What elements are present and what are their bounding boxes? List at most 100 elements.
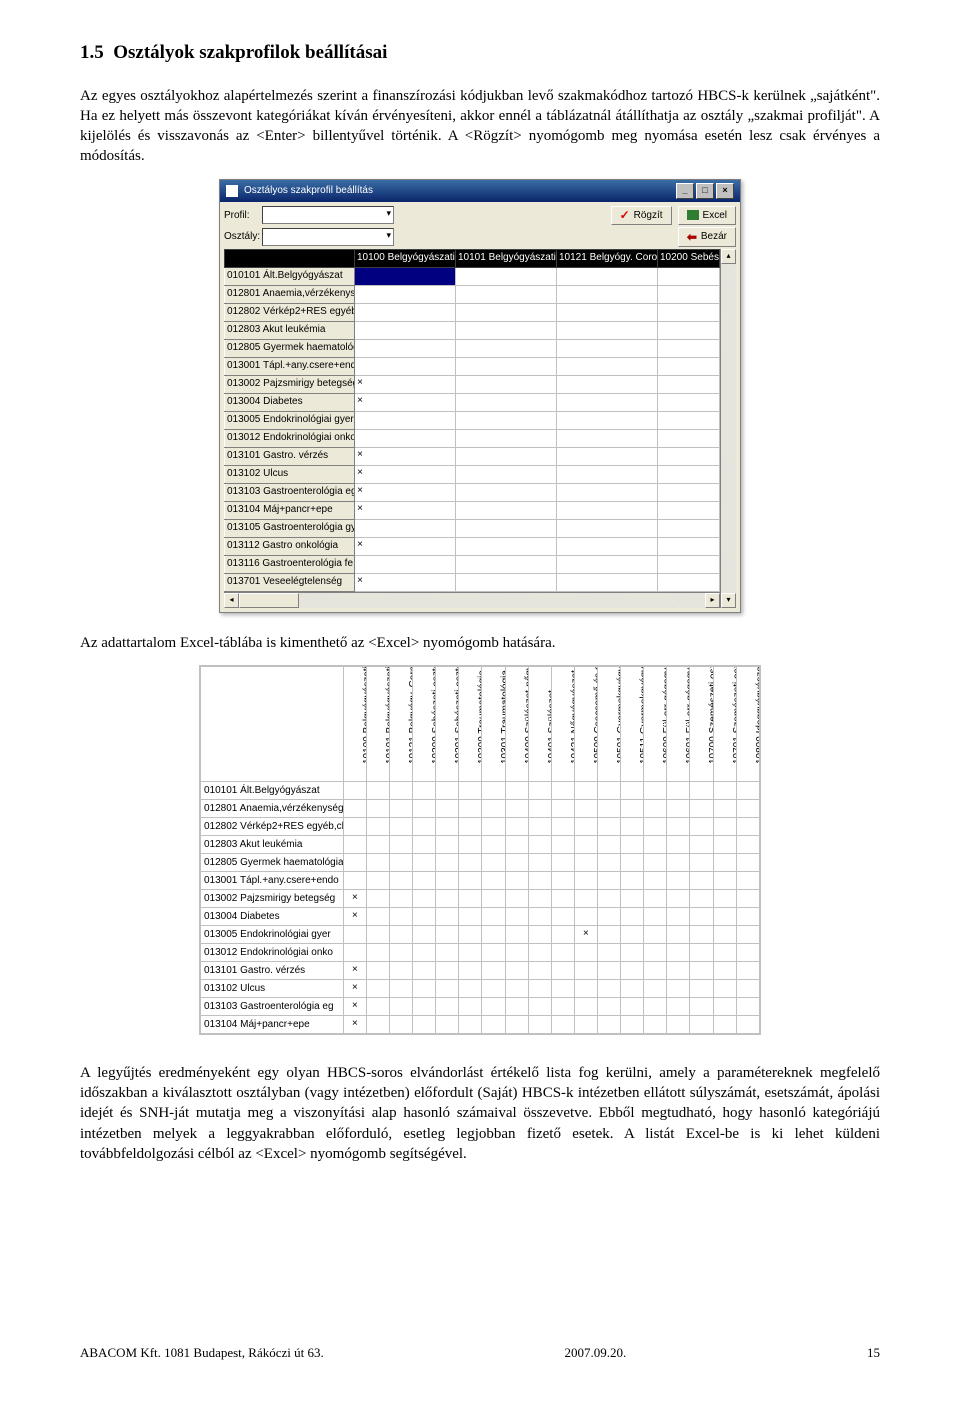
table-row[interactable]: 013004 Diabetes× [225,393,720,411]
table-row[interactable]: 013101 Gastro. vérzés× [225,447,720,465]
table-row[interactable]: 013005 Endokrinológiai gyer [225,411,720,429]
cell[interactable] [355,411,456,429]
cell[interactable] [557,375,658,393]
cell[interactable] [355,285,456,303]
table-row[interactable]: 013105 Gastroenterológia gy [225,519,720,537]
cell[interactable] [456,501,557,519]
row-header[interactable]: 012805 Gyermek haematológi [225,339,355,357]
row-header[interactable]: 012801 Anaemia,vérzékenysé [225,285,355,303]
rogzit-button[interactable]: ✓ Rögzít [611,206,672,226]
cell[interactable] [456,537,557,555]
cell[interactable] [456,519,557,537]
cell[interactable] [456,411,557,429]
cell[interactable] [557,447,658,465]
scroll-down-button[interactable]: ▾ [721,593,736,608]
row-header[interactable]: 013103 Gastroenterológia eg [225,483,355,501]
column-header[interactable]: 10101 Belgyógyászati osztá [456,249,557,267]
table-row[interactable]: 010101 Ált.Belgyógyászat [225,267,720,285]
row-header[interactable]: 013002 Pajzsmirigy betegség [225,375,355,393]
table-row[interactable]: 012802 Vérkép2+RES egyéb,c [225,303,720,321]
cell[interactable] [355,303,456,321]
osztaly-combo[interactable] [262,228,394,246]
row-header[interactable]: 013102 Ulcus [225,465,355,483]
cell[interactable] [355,429,456,447]
cell[interactable] [557,321,658,339]
cell[interactable] [456,465,557,483]
cell[interactable] [557,537,658,555]
cell[interactable] [557,501,658,519]
scroll-thumb[interactable] [239,593,299,608]
cell[interactable] [456,339,557,357]
cell[interactable] [658,357,720,375]
table-row[interactable]: 013102 Ulcus× [225,465,720,483]
cell[interactable] [557,339,658,357]
row-header[interactable]: 012803 Akut leukémia [225,321,355,339]
cell[interactable] [355,321,456,339]
cell[interactable] [456,357,557,375]
column-header[interactable]: 10121 Belgyógy. Coronaria [557,249,658,267]
cell[interactable] [456,303,557,321]
cell[interactable] [658,555,720,573]
table-row[interactable]: 012805 Gyermek haematológi [225,339,720,357]
cell[interactable] [658,411,720,429]
minimize-button[interactable]: _ [676,183,694,199]
table-row[interactable]: 012801 Anaemia,vérzékenysé [225,285,720,303]
cell[interactable] [355,339,456,357]
table-row[interactable]: 013701 Veseelégtelenség× [225,573,720,591]
cell[interactable] [355,267,456,285]
row-header[interactable]: 013105 Gastroenterológia gy [225,519,355,537]
cell[interactable]: × [355,465,456,483]
cell[interactable] [456,375,557,393]
cell[interactable] [658,501,720,519]
cell[interactable]: × [355,375,456,393]
cell[interactable] [658,519,720,537]
cell[interactable]: × [355,501,456,519]
row-header[interactable]: 013701 Veseelégtelenség [225,573,355,591]
cell[interactable] [557,555,658,573]
vertical-scrollbar[interactable]: ▴ ▾ [720,249,736,608]
table-row[interactable]: 013103 Gastroenterológia eg× [225,483,720,501]
cell[interactable] [557,573,658,591]
table-row[interactable]: 012803 Akut leukémia [225,321,720,339]
row-header[interactable]: 013116 Gastroenterológia fe [225,555,355,573]
cell[interactable] [557,465,658,483]
cell[interactable] [658,321,720,339]
row-header[interactable]: 013012 Endokrinológiai onko [225,429,355,447]
cell[interactable] [658,267,720,285]
cell[interactable] [658,447,720,465]
cell[interactable] [658,375,720,393]
cell[interactable] [658,573,720,591]
scroll-up-button[interactable]: ▴ [721,249,736,264]
bezar-button[interactable]: ⬅ Bezár [678,227,736,247]
table-row[interactable]: 013104 Máj+pancr+epe× [225,501,720,519]
cell[interactable]: × [355,573,456,591]
cell[interactable] [658,537,720,555]
cell[interactable] [456,267,557,285]
cell[interactable] [456,429,557,447]
cell[interactable] [658,429,720,447]
horizontal-scrollbar[interactable]: ◂ ▸ [224,592,720,608]
row-header[interactable]: 013112 Gastro onkológia [225,537,355,555]
cell[interactable] [557,357,658,375]
cell[interactable] [456,393,557,411]
table-row[interactable]: 013002 Pajzsmirigy betegség× [225,375,720,393]
column-header[interactable]: 10200 Sebés [658,249,720,267]
cell[interactable] [557,267,658,285]
profil-combo[interactable] [262,206,394,224]
cell[interactable] [355,555,456,573]
cell[interactable]: × [355,393,456,411]
szakprofil-grid[interactable]: 10100 Belgyógyászati osztá10101 Belgyógy… [224,249,720,592]
close-window-button[interactable]: × [716,183,734,199]
table-row[interactable]: 013012 Endokrinológiai onko [225,429,720,447]
cell[interactable] [557,393,658,411]
cell[interactable] [456,555,557,573]
cell[interactable]: × [355,483,456,501]
excel-button[interactable]: Excel [678,206,736,226]
cell[interactable] [658,465,720,483]
cell[interactable] [658,339,720,357]
cell[interactable] [355,519,456,537]
row-header[interactable]: 013004 Diabetes [225,393,355,411]
cell[interactable] [658,483,720,501]
table-row[interactable]: 013116 Gastroenterológia fe [225,555,720,573]
cell[interactable] [557,285,658,303]
